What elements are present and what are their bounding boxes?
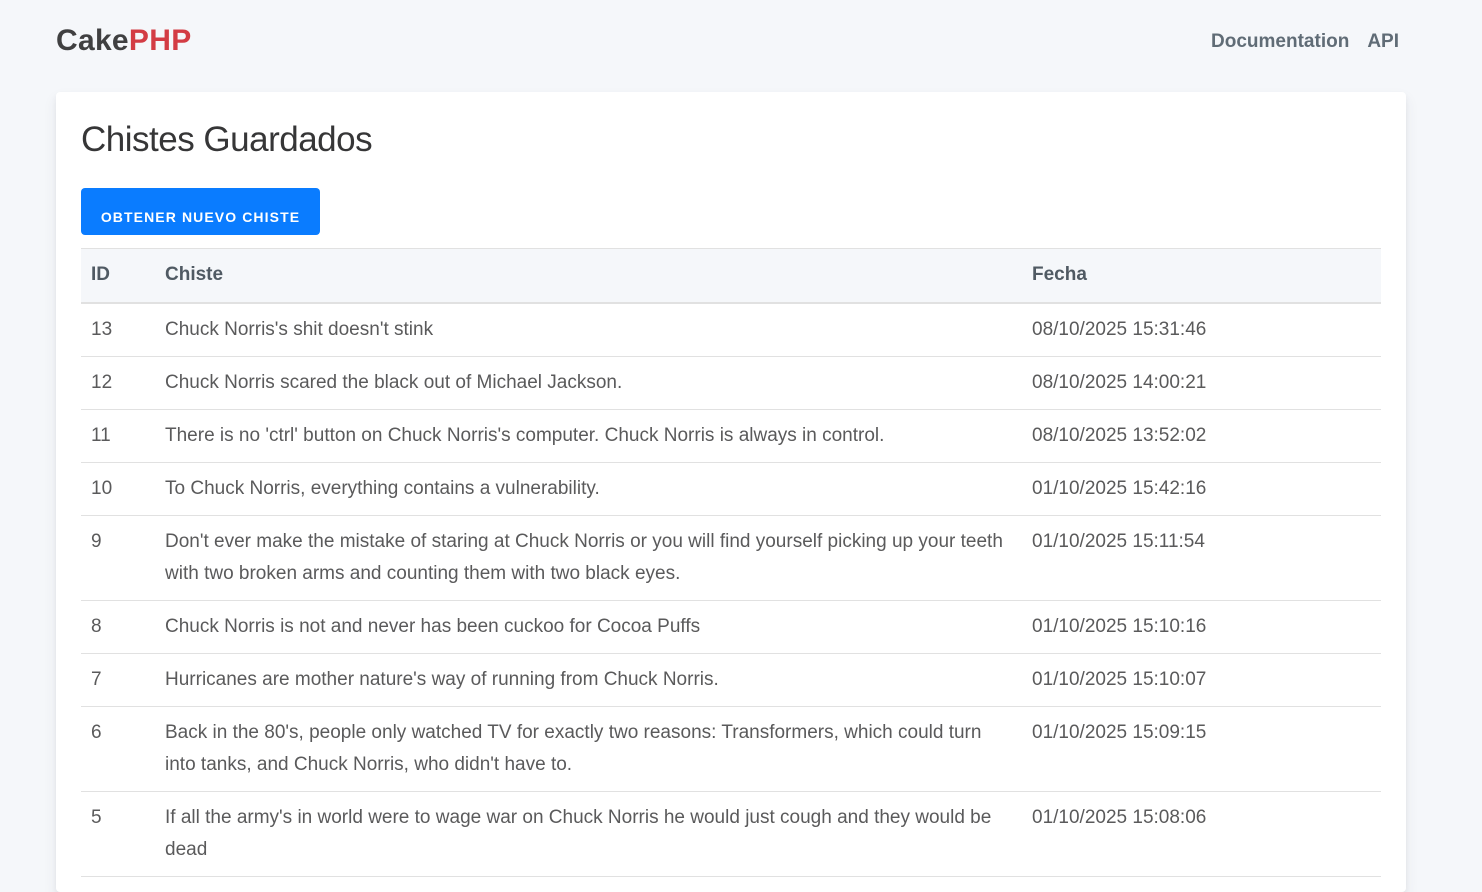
cell-id: 11 bbox=[81, 409, 155, 463]
cell-id: 12 bbox=[81, 356, 155, 410]
cell-joke: To Chuck Norris, everything contains a v… bbox=[155, 462, 1022, 516]
table-row: 8 Chuck Norris is not and never has been… bbox=[81, 600, 1381, 654]
cell-id: 10 bbox=[81, 462, 155, 516]
cell-date: 01/10/2025 15:11:54 bbox=[1022, 515, 1381, 601]
table-row: 12 Chuck Norris scared the black out of … bbox=[81, 356, 1381, 410]
header-id[interactable]: ID bbox=[81, 248, 155, 304]
top-navigation: CakePHP Documentation API bbox=[0, 0, 1482, 86]
nav-links: Documentation API bbox=[1211, 31, 1399, 53]
cell-joke: Hurricanes are mother nature's way of ru… bbox=[155, 653, 1022, 707]
cell-date: 01/10/2025 15:09:15 bbox=[1022, 706, 1381, 792]
cell-date: 01/10/2025 15:42:16 bbox=[1022, 462, 1381, 516]
cell-joke: Chuck Norris scared the black out of Mic… bbox=[155, 356, 1022, 410]
brand-text-cake: Cake bbox=[56, 24, 129, 57]
jokes-table: ID Chiste Fecha 13 Chuck Norris's shit d… bbox=[81, 248, 1381, 877]
cell-joke: Chuck Norris is not and never has been c… bbox=[155, 600, 1022, 654]
page-title: Chistes Guardados bbox=[81, 120, 373, 159]
cell-date: 08/10/2025 15:31:46 bbox=[1022, 302, 1381, 357]
cell-joke: If all the army's in world were to wage … bbox=[155, 791, 1022, 877]
nav-link-documentation[interactable]: Documentation bbox=[1211, 31, 1349, 53]
cell-date: 08/10/2025 14:00:21 bbox=[1022, 356, 1381, 410]
cell-date: 01/10/2025 15:10:16 bbox=[1022, 600, 1381, 654]
cell-id: 9 bbox=[81, 515, 155, 601]
cell-joke: Don't ever make the mistake of staring a… bbox=[155, 515, 1022, 601]
table-row: 9 Don't ever make the mistake of staring… bbox=[81, 515, 1381, 601]
table-row: 13 Chuck Norris's shit doesn't stink 08/… bbox=[81, 302, 1381, 357]
cell-id: 6 bbox=[81, 706, 155, 792]
cell-joke: Chuck Norris's shit doesn't stink bbox=[155, 302, 1022, 357]
cell-id: 5 bbox=[81, 791, 155, 877]
table-row: 6 Back in the 80's, people only watched … bbox=[81, 706, 1381, 792]
cell-date: 01/10/2025 15:08:06 bbox=[1022, 791, 1381, 877]
cell-date: 01/10/2025 15:10:07 bbox=[1022, 653, 1381, 707]
table-row: 11 There is no 'ctrl' button on Chuck No… bbox=[81, 409, 1381, 463]
cell-joke: Back in the 80's, people only watched TV… bbox=[155, 706, 1022, 792]
table-row: 7 Hurricanes are mother nature's way of … bbox=[81, 653, 1381, 707]
cell-joke: There is no 'ctrl' button on Chuck Norri… bbox=[155, 409, 1022, 463]
cell-id: 8 bbox=[81, 600, 155, 654]
header-date[interactable]: Fecha bbox=[1022, 248, 1381, 304]
header-joke[interactable]: Chiste bbox=[155, 248, 1022, 304]
table-row: 5 If all the army's in world were to wag… bbox=[81, 791, 1381, 877]
brand-logo[interactable]: CakePHP bbox=[56, 24, 192, 58]
cell-id: 7 bbox=[81, 653, 155, 707]
new-joke-button[interactable]: OBTENER NUEVO CHISTE bbox=[81, 188, 320, 235]
cell-id: 13 bbox=[81, 302, 155, 357]
cell-date: 08/10/2025 13:52:02 bbox=[1022, 409, 1381, 463]
nav-link-api[interactable]: API bbox=[1367, 31, 1399, 53]
brand-text-php: PHP bbox=[128, 24, 192, 57]
table-header-row: ID Chiste Fecha bbox=[81, 248, 1381, 304]
content-card: Chistes Guardados OBTENER NUEVO CHISTE I… bbox=[56, 92, 1406, 892]
table-row: 10 To Chuck Norris, everything contains … bbox=[81, 462, 1381, 516]
